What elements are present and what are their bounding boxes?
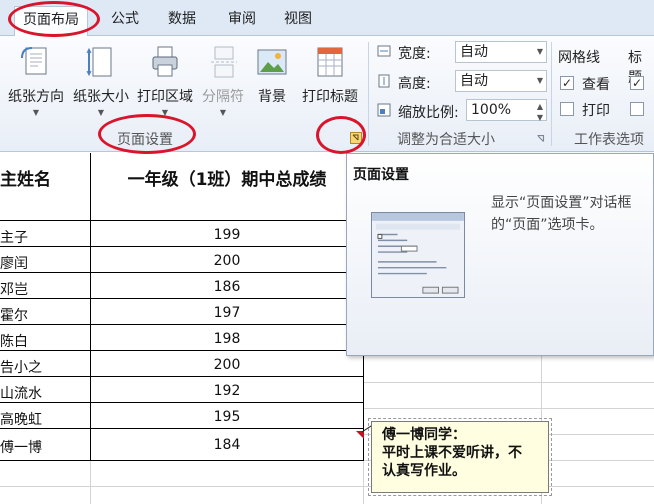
column-header-score: 一年级（1班）期中总成绩: [127, 170, 327, 190]
row-border: [0, 428, 364, 429]
score-cell[interactable]: 192: [91, 383, 363, 399]
print-area-icon: [152, 46, 178, 77]
student-name-cell[interactable]: 高晚虹: [0, 409, 42, 429]
page-size-label: 纸张大小: [73, 89, 129, 105]
gridline: [363, 408, 654, 409]
score-cell[interactable]: 184: [91, 437, 363, 453]
gridlines-print-label: 打印: [582, 103, 610, 119]
gridlines-label: 网格线: [558, 50, 600, 66]
page-orientation-icon: [21, 47, 47, 75]
headings-print-checkbox[interactable]: [630, 102, 644, 116]
score-cell[interactable]: 195: [91, 409, 363, 425]
background-icon: [257, 49, 287, 75]
gridline: [363, 382, 654, 383]
student-name-cell[interactable]: 主子: [0, 227, 28, 247]
student-name-cell[interactable]: 邓岂: [0, 279, 28, 299]
gridline: [90, 460, 91, 504]
tab-formulas[interactable]: 公式: [103, 8, 147, 32]
tab-view[interactable]: 视图: [276, 8, 320, 32]
table-border: [0, 220, 364, 221]
chevron-down-icon: ▼: [536, 47, 543, 56]
row-border: [0, 272, 364, 273]
score-cell[interactable]: 198: [91, 331, 363, 347]
column-header-name: 主姓名: [0, 170, 51, 190]
student-name-cell[interactable]: 陈白: [0, 331, 28, 351]
row-border: [0, 246, 364, 247]
row-border: [0, 402, 364, 403]
cell-comment[interactable]: 傅一博同学： 平时上课不爱听讲，不 认真写作业。: [368, 418, 552, 496]
student-name-cell[interactable]: 廖闰: [0, 253, 28, 273]
score-cell[interactable]: 197: [91, 305, 363, 321]
tab-review[interactable]: 审阅: [220, 8, 264, 32]
headings-view-checkbox[interactable]: ✓: [630, 76, 644, 90]
row-border: [0, 298, 364, 299]
row-border: [0, 376, 364, 377]
scale-icon: [377, 103, 391, 117]
height-value: 自动: [460, 73, 488, 89]
tab-data[interactable]: 数据: [160, 8, 204, 32]
breaks-button[interactable]: 分隔符 ▼: [198, 44, 248, 117]
gridline: [0, 486, 654, 487]
gridlines-print-checkbox[interactable]: [560, 102, 574, 116]
chevron-down-icon: ▼: [32, 108, 40, 117]
student-name-cell[interactable]: 霍尔: [0, 305, 28, 325]
student-name-cell[interactable]: 告小之: [0, 357, 42, 377]
annotation-circle-launcher: [316, 116, 366, 154]
student-name-cell[interactable]: 傅一博: [0, 437, 42, 457]
score-cell[interactable]: 200: [91, 357, 363, 373]
comment-line: 傅一博同学：: [382, 427, 466, 443]
width-label: 宽度:: [398, 46, 431, 62]
row-border: [0, 350, 364, 351]
student-name-cell[interactable]: 山流水: [0, 383, 42, 403]
width-value: 自动: [460, 44, 488, 60]
page-setup-tooltip: 页面设置 显示“页面设置”对话框的“页面”选项卡。: [346, 153, 654, 356]
scale-label: 缩放比例:: [398, 105, 459, 121]
page-setup-dialog-preview-icon: [371, 212, 465, 298]
score-cell[interactable]: 200: [91, 253, 363, 269]
table-border: [0, 460, 364, 461]
chevron-down-icon: ▼: [536, 76, 543, 85]
annotation-circle-group-label: [98, 114, 196, 154]
gridlines-view-label: 查看: [582, 77, 610, 93]
height-label: 高度:: [398, 76, 431, 92]
score-cell[interactable]: 186: [91, 279, 363, 295]
row-border: [0, 324, 364, 325]
page-size-button[interactable]: 纸张大小 ▼: [70, 44, 132, 117]
background-label: 背景: [258, 89, 286, 105]
print-area-label: 打印区域: [137, 89, 193, 105]
scale-to-fit-group-label: 调整为合适大小: [397, 132, 495, 148]
page-orientation-label: 纸张方向: [8, 89, 64, 105]
height-select[interactable]: 自动 ▼: [455, 70, 547, 92]
annotation-circle-tab: [8, 1, 100, 37]
breaks-icon: [211, 46, 237, 78]
tooltip-title: 页面设置: [353, 167, 409, 183]
comment-line: 平时上课不爱听讲，不: [382, 445, 522, 461]
scale-value: 100%: [471, 102, 512, 118]
background-button[interactable]: 背景: [252, 44, 292, 106]
spin-down-icon[interactable]: ▼: [537, 108, 543, 128]
page-size-icon: [86, 47, 112, 77]
width-icon: [377, 45, 391, 57]
print-area-button[interactable]: 打印区域 ▼: [134, 44, 196, 117]
breaks-label: 分隔符: [202, 89, 244, 105]
scale-dialog-launcher-icon[interactable]: [536, 134, 545, 143]
sheet-options-group-label: 工作表选项: [574, 132, 644, 148]
group-separator: [551, 42, 552, 146]
page-orientation-button[interactable]: 纸张方向 ▼: [4, 44, 68, 117]
print-titles-button[interactable]: 打印标题: [296, 44, 364, 106]
group-separator: [368, 42, 369, 146]
score-cell[interactable]: 199: [91, 227, 363, 243]
gridlines-view-checkbox[interactable]: ✓: [560, 76, 574, 90]
chevron-down-icon: ▼: [219, 108, 227, 117]
comment-line: 认真写作业。: [382, 463, 466, 479]
print-titles-icon: [317, 47, 343, 77]
width-select[interactable]: 自动 ▼: [455, 41, 547, 63]
tooltip-description: 显示“页面设置”对话框的“页面”选项卡。: [491, 195, 632, 233]
print-titles-label: 打印标题: [302, 89, 358, 105]
height-icon: [378, 74, 390, 88]
scale-spinner[interactable]: 100% ▲ ▼: [466, 99, 547, 122]
